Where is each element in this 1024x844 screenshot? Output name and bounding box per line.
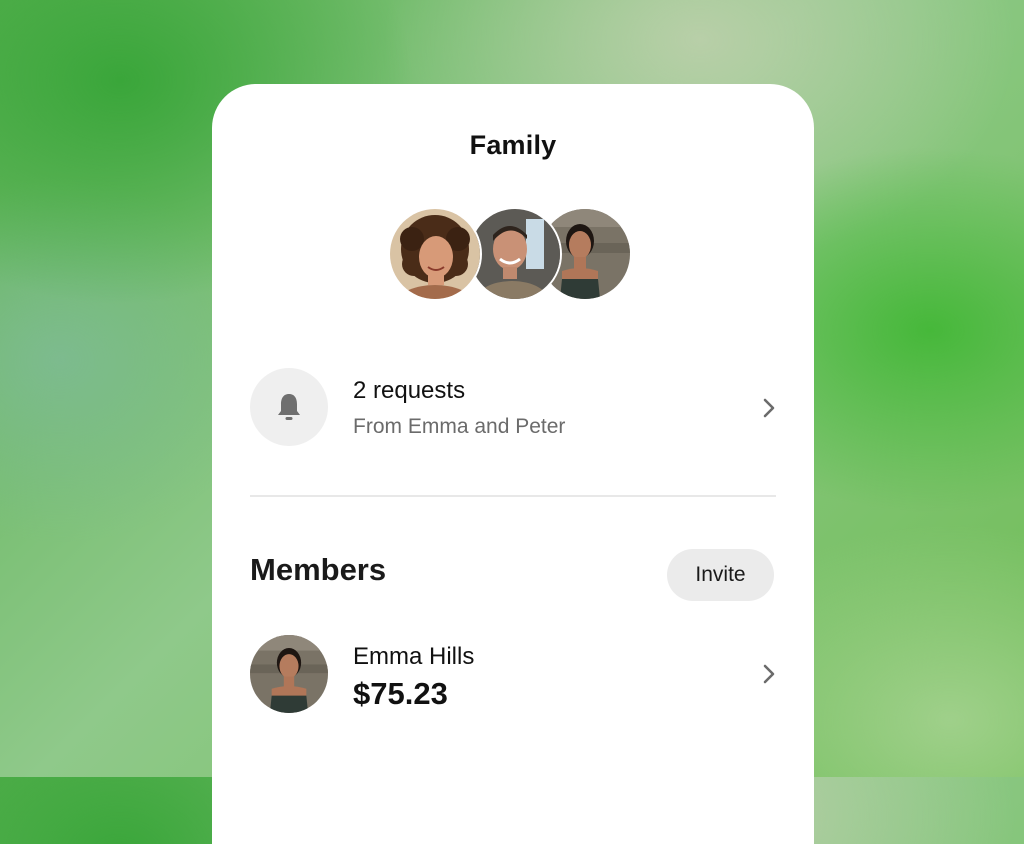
chevron-right-icon[interactable] (762, 663, 776, 685)
member-amount: $75.23 (353, 676, 448, 711)
avatar[interactable] (388, 207, 482, 301)
divider (250, 495, 776, 497)
requests-row[interactable]: 2 requests From Emma and Peter (250, 368, 776, 448)
member-name: Emma Hills (353, 643, 475, 670)
person-avatar-woman-icon (250, 635, 328, 713)
person-avatar-man-icon (470, 209, 560, 299)
requests-title: 2 requests (353, 377, 466, 404)
requests-subtitle: From Emma and Peter (353, 415, 566, 438)
bell-badge (250, 368, 328, 446)
members-heading: Members (250, 552, 387, 587)
family-card: Family 2 requests From Emma and Peter Me… (212, 84, 814, 844)
list-item[interactable]: Emma Hills $75.23 (250, 635, 776, 715)
bell-icon (278, 394, 300, 420)
invite-button[interactable]: Invite (667, 549, 774, 601)
avatar (250, 635, 328, 713)
avatar[interactable] (468, 207, 562, 301)
chevron-right-icon[interactable] (762, 397, 776, 419)
group-avatars[interactable] (388, 207, 632, 301)
page-title: Family (469, 130, 557, 160)
person-avatar-curly-hair-icon (390, 209, 480, 299)
